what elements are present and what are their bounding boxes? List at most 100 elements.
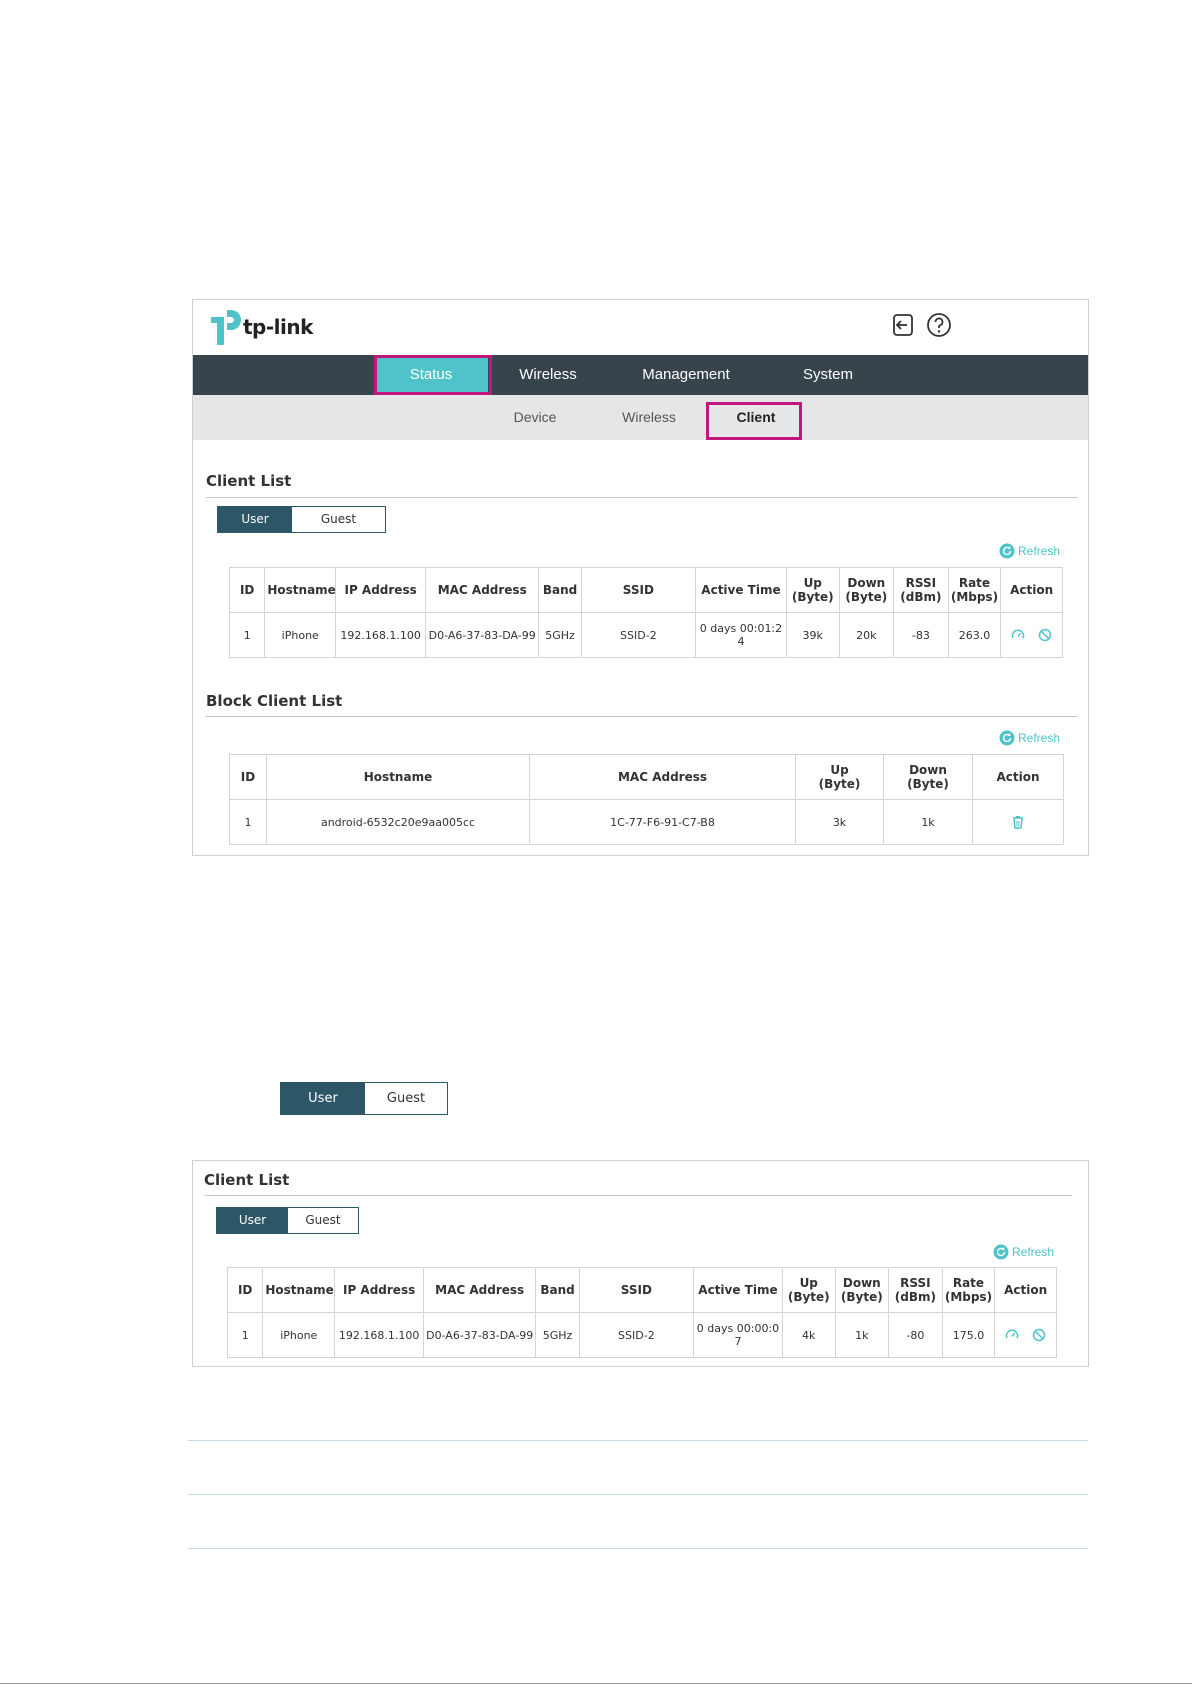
page-footer-rule [0,1683,1192,1684]
col-rssi: RSSI (dBm) [893,567,949,613]
cell-ip: 192.168.1.100 [335,612,427,658]
client-table-header: ID Hostname IP Address MAC Address Band … [226,1267,1057,1313]
user-tab[interactable]: User [218,507,292,532]
cell-mac: D0-A6-37-83-DA-99 [425,612,540,658]
refresh-icon [999,730,1015,746]
client-table: ID Hostname IP Address MAC Address Band … [226,1267,1057,1358]
cell-ssid: SSID-2 [578,1312,695,1358]
col-down: Down (Byte) [883,754,973,800]
client-refresh-button[interactable]: Refresh [993,1243,1054,1261]
cell-action [972,799,1064,845]
col-mac: MAC Address [529,754,796,800]
col-ip: IP Address [335,567,427,613]
speed-limit-icon[interactable] [1011,628,1025,642]
col-up: Up (Byte) [781,1267,836,1313]
col-hostname: Hostname [262,1267,336,1313]
col-band: Band [535,1267,580,1313]
col-rate: Rate (Mbps) [947,567,1002,613]
help-icon[interactable] [926,312,952,338]
table-row: 1 iPhone 192.168.1.100 D0-A6-37-83-DA-99… [228,612,1063,658]
subnav-device[interactable]: Device [493,395,577,440]
cell-rate: 263.0 [947,612,1002,658]
client-list-divider [206,497,1078,498]
subnav-wireless[interactable]: Wireless [599,395,699,440]
cell-id: 1 [229,799,267,845]
col-id: ID [229,754,267,800]
top-navigation: Status Wireless Management System [193,355,1088,395]
client-refresh-button[interactable]: Refresh [999,542,1060,560]
nav-management[interactable]: Management [611,355,761,395]
col-ssid: SSID [580,567,696,613]
cell-action [994,1312,1057,1358]
user-tab[interactable]: User [217,1208,288,1233]
cell-active-time: 0 days 00:01:2 4 [694,612,787,658]
cell-up: 39k [785,612,840,658]
cell-band: 5GHz [538,612,582,658]
col-active-time: Active Time [694,567,787,613]
block-icon[interactable] [1038,628,1052,642]
subnav-client[interactable]: Client [708,395,804,440]
cell-active-time: 0 days 00:00:0 7 [693,1312,783,1358]
nav-status[interactable]: Status [374,355,488,395]
speed-limit-icon[interactable] [1005,1328,1019,1342]
nav-wireless[interactable]: Wireless [498,355,598,395]
client-table: ID Hostname IP Address MAC Address Band … [228,567,1063,658]
user-guest-toggle: User Guest [217,506,386,533]
refresh-label: Refresh [1018,544,1061,558]
col-action: Action [994,1267,1057,1313]
block-icon[interactable] [1032,1328,1046,1342]
document-divider [188,1440,1088,1441]
refresh-label: Refresh [1012,1245,1055,1259]
logout-icon[interactable] [890,312,916,338]
cell-hostname: android-6532c20e9aa005cc [266,799,530,845]
nav-system[interactable]: System [778,355,878,395]
cell-up: 3k [795,799,884,845]
col-down: Down (Byte) [838,567,895,613]
user-guest-toggle: User Guest [216,1207,359,1234]
col-mac: MAC Address [425,567,540,613]
user-guest-toggle-standalone: User Guest [280,1082,448,1115]
tp-link-logo: tp-link [211,304,371,350]
cell-rate: 175.0 [941,1312,996,1358]
cell-action [1000,612,1063,658]
client-list-title: Client List [204,1171,290,1189]
col-up: Up (Byte) [785,567,840,613]
block-refresh-button[interactable]: Refresh [999,729,1060,747]
delete-icon[interactable] [1011,815,1025,829]
cell-band: 5GHz [535,1312,580,1358]
col-action: Action [1000,567,1063,613]
block-table-header: ID Hostname MAC Address Up (Byte) Down (By… [229,754,1064,800]
block-client-list-title: Block Client List [206,692,343,710]
cell-ip: 192.168.1.100 [334,1312,425,1358]
col-band: Band [538,567,582,613]
col-action: Action [972,754,1064,800]
client-table-header: ID Hostname IP Address MAC Address Band … [228,567,1063,613]
cell-down: 1k [883,799,973,845]
block-list-divider [206,716,1078,717]
cell-hostname: iPhone [264,612,337,658]
refresh-label: Refresh [1018,731,1061,745]
col-rssi: RSSI (dBm) [888,1267,943,1313]
block-client-table: ID Hostname MAC Address Up (Byte) Down (By… [229,754,1064,845]
cell-hostname: iPhone [262,1312,336,1358]
cell-rssi: -80 [888,1312,943,1358]
user-tab[interactable]: User [281,1083,365,1114]
cell-ssid: SSID-2 [580,612,696,658]
col-rate: Rate (Mbps) [941,1267,996,1313]
col-hostname: Hostname [264,567,337,613]
col-active-time: Active Time [693,1267,783,1313]
tp-link-logo-icon [211,310,241,345]
col-ssid: SSID [578,1267,695,1313]
col-ip: IP Address [334,1267,425,1313]
cell-id: 1 [226,1312,264,1358]
cell-id: 1 [228,612,266,658]
header-bar: tp-link [193,300,1088,355]
client-list-screenshot: Client List User Guest Refresh ID Hostna… [192,1160,1089,1367]
guest-tab[interactable]: Guest [292,507,385,532]
router-status-screenshot: tp-link Status Wireless Management Syste… [192,299,1089,856]
guest-tab[interactable]: Guest [365,1083,447,1114]
col-mac: MAC Address [423,1267,537,1313]
logo-text: tp-link [243,315,313,339]
table-row: 1 android-6532c20e9aa005cc 1C-77-F6-91-C… [229,799,1064,845]
guest-tab[interactable]: Guest [288,1208,358,1233]
